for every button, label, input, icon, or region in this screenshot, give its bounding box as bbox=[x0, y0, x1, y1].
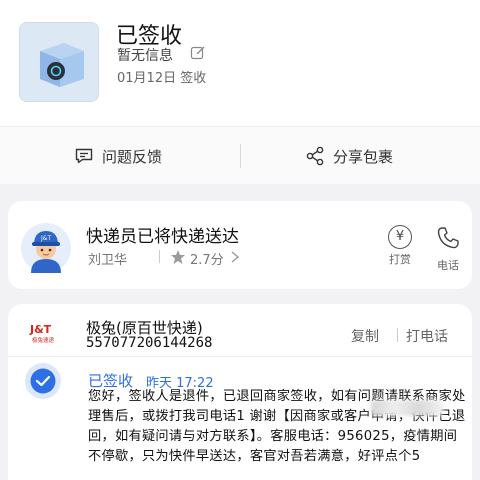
package-box-icon bbox=[40, 43, 84, 87]
yen-icon: ¥ bbox=[388, 225, 412, 249]
svg-text:极兔速递: 极兔速递 bbox=[32, 336, 55, 344]
feedback-label: 问题反馈 bbox=[102, 147, 163, 166]
message-icon bbox=[75, 148, 93, 164]
tip-button[interactable]: ¥ 打赏 bbox=[378, 225, 422, 267]
check-circle-icon bbox=[25, 363, 61, 399]
package-thumbnail[interactable] bbox=[19, 22, 99, 102]
phone-label: 电话 bbox=[437, 259, 459, 272]
sign-date: 01月12日 签收 bbox=[117, 71, 207, 86]
share-label: 分享包裹 bbox=[333, 147, 394, 166]
courier-status: 快递员已将快递送达 bbox=[86, 227, 239, 247]
courier-name: 刘卫华 bbox=[88, 253, 128, 268]
share-button[interactable]: 分享包裹 bbox=[305, 127, 393, 185]
tip-label: 打赏 bbox=[389, 253, 411, 266]
feedback-button[interactable]: 问题反馈 bbox=[74, 127, 162, 185]
share-icon bbox=[306, 146, 324, 166]
chevron-right-icon[interactable] bbox=[230, 251, 240, 263]
courier-rating[interactable]: 2.7分 bbox=[190, 249, 224, 268]
divider bbox=[159, 250, 160, 263]
event-description: 您好，签收人是退件，已退回商家签收，如有问题请联系商家处理售后，或拨打我司电话1… bbox=[88, 389, 466, 464]
jt-express-logo: J&T 极兔速递 bbox=[29, 323, 55, 344]
call-button[interactable]: 打电话 bbox=[406, 326, 448, 346]
tracking-number: 557077206144268 bbox=[86, 335, 213, 351]
package-header: 已签收 暂无信息 01月12日 签收 bbox=[0, 0, 480, 126]
courier-card: J&T 快递员已将快递送达 刘卫华 2.7分 ¥ 打赏 电话 bbox=[8, 201, 472, 289]
redacted-phone bbox=[371, 400, 443, 416]
divider bbox=[397, 328, 398, 342]
package-subtitle: 暂无信息 bbox=[117, 48, 173, 64]
divider bbox=[240, 144, 241, 168]
svg-text:J&T: J&T bbox=[29, 323, 52, 336]
logistics-card: J&T 极兔速递 极兔(原百世快递) 557077206144268 复制 打电… bbox=[8, 304, 472, 480]
svg-text:J&T: J&T bbox=[40, 235, 51, 242]
star-icon bbox=[171, 250, 185, 264]
action-bar: 问题反馈 分享包裹 bbox=[0, 126, 480, 184]
phone-icon bbox=[437, 227, 459, 249]
phone-button[interactable]: 电话 bbox=[426, 225, 470, 273]
courier-avatar[interactable]: J&T bbox=[21, 223, 71, 273]
divider bbox=[8, 356, 472, 357]
copy-button[interactable]: 复制 bbox=[351, 326, 379, 346]
edit-icon[interactable] bbox=[190, 45, 206, 61]
